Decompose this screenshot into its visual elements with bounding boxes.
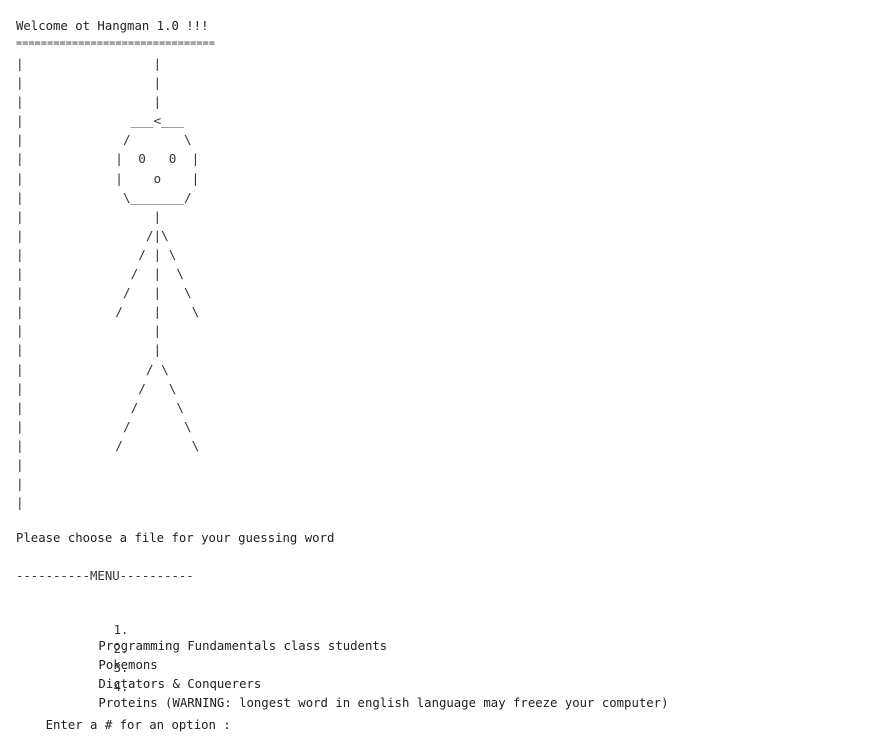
option-input-prompt: Enter a # for an option : xyxy=(45,718,231,732)
menu-item-number: 4. xyxy=(113,680,129,694)
menu-list: 1. Programming Fundamentals class studen… xyxy=(54,606,668,710)
title-underline: ================================ xyxy=(16,38,216,49)
menu-item-number: 3. xyxy=(113,661,129,675)
option-input-line[interactable]: Enter a # for an option : xyxy=(16,701,238,749)
welcome-title: Welcome ot Hangman 1.0 !!! xyxy=(16,19,209,33)
menu-item-programming-fundamentals: 1. Programming Fundamentals class studen… xyxy=(54,606,668,653)
console-output: Welcome ot Hangman 1.0 !!! =============… xyxy=(16,16,876,732)
menu-item-number: 2. xyxy=(113,642,129,656)
menu-item-number: 1. xyxy=(113,623,129,637)
hangman-ascii-art: | | | | | | | ___<___ | / \ | | 0 0 | | … xyxy=(16,56,200,511)
file-prompt: Please choose a file for your guessing w… xyxy=(16,531,335,545)
input-caret[interactable] xyxy=(231,719,238,733)
menu-header: ----------MENU---------- xyxy=(16,569,194,583)
menu-item-label: Programming Fundamentals class students xyxy=(98,639,388,653)
